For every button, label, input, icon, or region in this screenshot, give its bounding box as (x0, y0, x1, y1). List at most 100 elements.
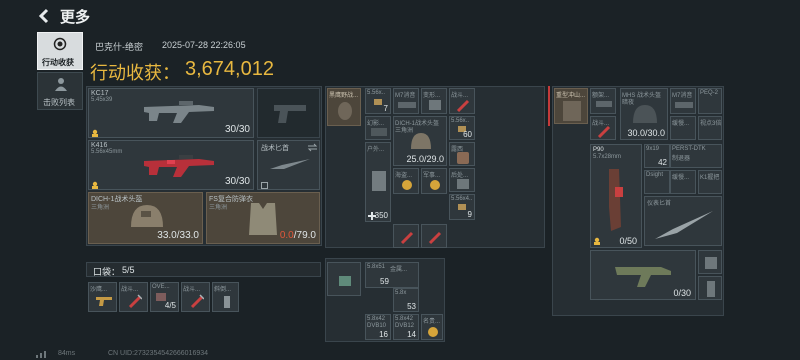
pocket-item[interactable]: 战斗... (119, 282, 148, 312)
pocket-item[interactable]: 沙鹰... (88, 282, 117, 312)
bag-item[interactable]: 名贵... (421, 314, 443, 340)
item-count: 16 (379, 330, 388, 339)
pocket-count: 5/5 (122, 265, 135, 275)
target-icon (53, 37, 67, 51)
page-title: 更多 (60, 9, 91, 26)
stash-helmet[interactable]: MHS 战术头盔 暗夜 30.0/30.0 (620, 88, 668, 140)
armor-slot[interactable]: FS复合防弹衣 三角洲 0.0/79.0 (206, 192, 320, 244)
back-arrow-icon (38, 8, 49, 24)
syringe-icon (456, 99, 470, 113)
secondary-weapon-slot[interactable]: K416 5.56x45mm 30/30 (88, 140, 254, 190)
p90-icon (609, 169, 623, 231)
jar-icon (457, 152, 469, 164)
item-name: 5.8x42 (367, 316, 386, 322)
magazine-icon (705, 257, 717, 269)
backpack-item[interactable]: 海盗... (393, 168, 419, 194)
backpack-item[interactable]: 5.56x4.. 9 (449, 194, 475, 220)
stash-weapon-p90[interactable]: P90 5.7x28mm 0/50 (590, 144, 642, 248)
bag-item[interactable]: 5.8x42 DVB10 16 (365, 314, 391, 340)
stash-item[interactable] (698, 250, 722, 274)
knife-icon (655, 211, 713, 239)
helmet-durability: 30.0/30.0 (627, 128, 665, 138)
stash-item[interactable]: K1握把 (698, 170, 722, 194)
pocket-item[interactable]: 战斗... (181, 282, 210, 312)
user-uid: CN UID:2732354542666016934 (108, 350, 209, 357)
stash-item[interactable]: Dsight (644, 170, 670, 194)
item-sub: 5.7x28mm (593, 154, 622, 160)
spray-icon (224, 296, 230, 308)
bag-item[interactable]: 5.8x42 DVB12 14 (393, 314, 419, 340)
ammo-icon (458, 204, 466, 210)
ammo-count: 0/30 (673, 288, 691, 298)
bag-item[interactable] (327, 262, 361, 296)
item-name: PERST-DTK (672, 146, 706, 152)
backpack-item[interactable]: M7消音 (393, 88, 419, 114)
stash-item[interactable]: 缓慢... (670, 116, 696, 140)
item-sub: DVB10 (367, 323, 387, 329)
vest-icon (249, 203, 277, 235)
stash-item[interactable]: 视点3倍 (698, 116, 722, 140)
backpack-item[interactable] (393, 224, 419, 248)
stash-item[interactable]: 额架... (590, 88, 616, 114)
item-name: 斜倒... (214, 287, 232, 293)
stash-item[interactable]: 缓慢... (670, 170, 696, 194)
item-name: 9x19 (646, 146, 660, 152)
stash-knife[interactable]: 仪表匕首 (644, 196, 722, 246)
stash-item[interactable]: 重型冲山... (554, 88, 588, 124)
item-count: 9 (467, 210, 472, 219)
backpack-item[interactable]: 5.56x.. 7 (365, 88, 391, 114)
stash-item[interactable]: 战斗... (590, 116, 616, 140)
stash-item[interactable]: 9x19 42 (644, 144, 670, 168)
stash-divider (548, 86, 550, 126)
backpack-helmet[interactable]: DICH-1战术头盔 三角洲 25.0/29.0 (393, 116, 447, 166)
melee-slot[interactable]: 战术匕首 (257, 140, 320, 190)
item-name: 名贵... (423, 319, 441, 325)
sidebar-tab-loot[interactable]: 行动收获 (37, 32, 83, 70)
rifle-icon (144, 101, 214, 123)
stash-weapon-smg[interactable]: 0/30 (590, 250, 696, 300)
weapon-caliber: 5.56x45mm (91, 149, 123, 155)
ammo-count: 30/30 (224, 176, 250, 187)
weapon-name: K416 (91, 142, 108, 149)
primary-weapon-slot[interactable]: KC17 5.45x39 30/30 (88, 88, 254, 138)
pocket-item[interactable]: OVE... 4/5 (150, 282, 179, 312)
stash-item[interactable]: M7消音 (670, 88, 696, 114)
syringe-icon (128, 294, 142, 309)
item-count: 14 (407, 330, 416, 339)
backpack-item[interactable]: 5.56x.. 60 (449, 116, 475, 140)
item-name: Dsight (646, 172, 664, 178)
bag-item[interactable]: 5.8x51 金属... 59 (365, 262, 419, 288)
map-name: 巴克什-绝密 (95, 42, 143, 52)
backpack-item[interactable] (421, 224, 447, 248)
sidearm-slot[interactable] (257, 88, 320, 138)
back-button[interactable] (36, 7, 52, 25)
backpack-item[interactable]: 黑鹰野战... (327, 88, 361, 126)
stash-item[interactable]: PERST-DTK 制退器 (670, 144, 722, 168)
rifle-icon (144, 155, 214, 177)
backpack-item[interactable]: 后处... (449, 168, 475, 192)
stash-item[interactable] (698, 276, 722, 300)
stash-item[interactable]: PEQ-2 (698, 88, 722, 114)
backpack-item[interactable]: 军事... (421, 168, 447, 194)
armor-durability: 0.0/79.0 (280, 230, 316, 241)
backpack-item[interactable]: 变形... (421, 88, 447, 114)
weapon-name: KC17 (91, 90, 109, 97)
armor-durability-max: /79.0 (293, 230, 316, 241)
item-name: K1握把 (700, 175, 720, 181)
helmet-durability: 25.0/29.0 (406, 154, 444, 164)
earnings-value: 3,674,012 (185, 58, 274, 80)
backpack-item[interactable]: 露西 (449, 142, 475, 166)
sidebar-tab-kills[interactable]: 击败列表 (37, 72, 83, 110)
rail-icon (596, 101, 612, 107)
backpack-item[interactable]: 幻影... (365, 116, 391, 140)
pocket-item[interactable]: 斜倒... (212, 282, 239, 312)
person-icon (55, 78, 67, 91)
syringe-icon (597, 125, 611, 139)
helmet-slot[interactable]: DICH-1战术头盔 三角洲 33.0/33.0 (88, 192, 203, 244)
backpack-item[interactable]: 战斗... (449, 88, 475, 114)
ping: 84ms (58, 350, 76, 357)
backpack-item[interactable]: 户外... 350 (365, 142, 391, 222)
item-count: 59 (380, 277, 389, 286)
team-icon (92, 181, 98, 189)
bag-item[interactable]: 5.8x 53 (393, 288, 419, 312)
